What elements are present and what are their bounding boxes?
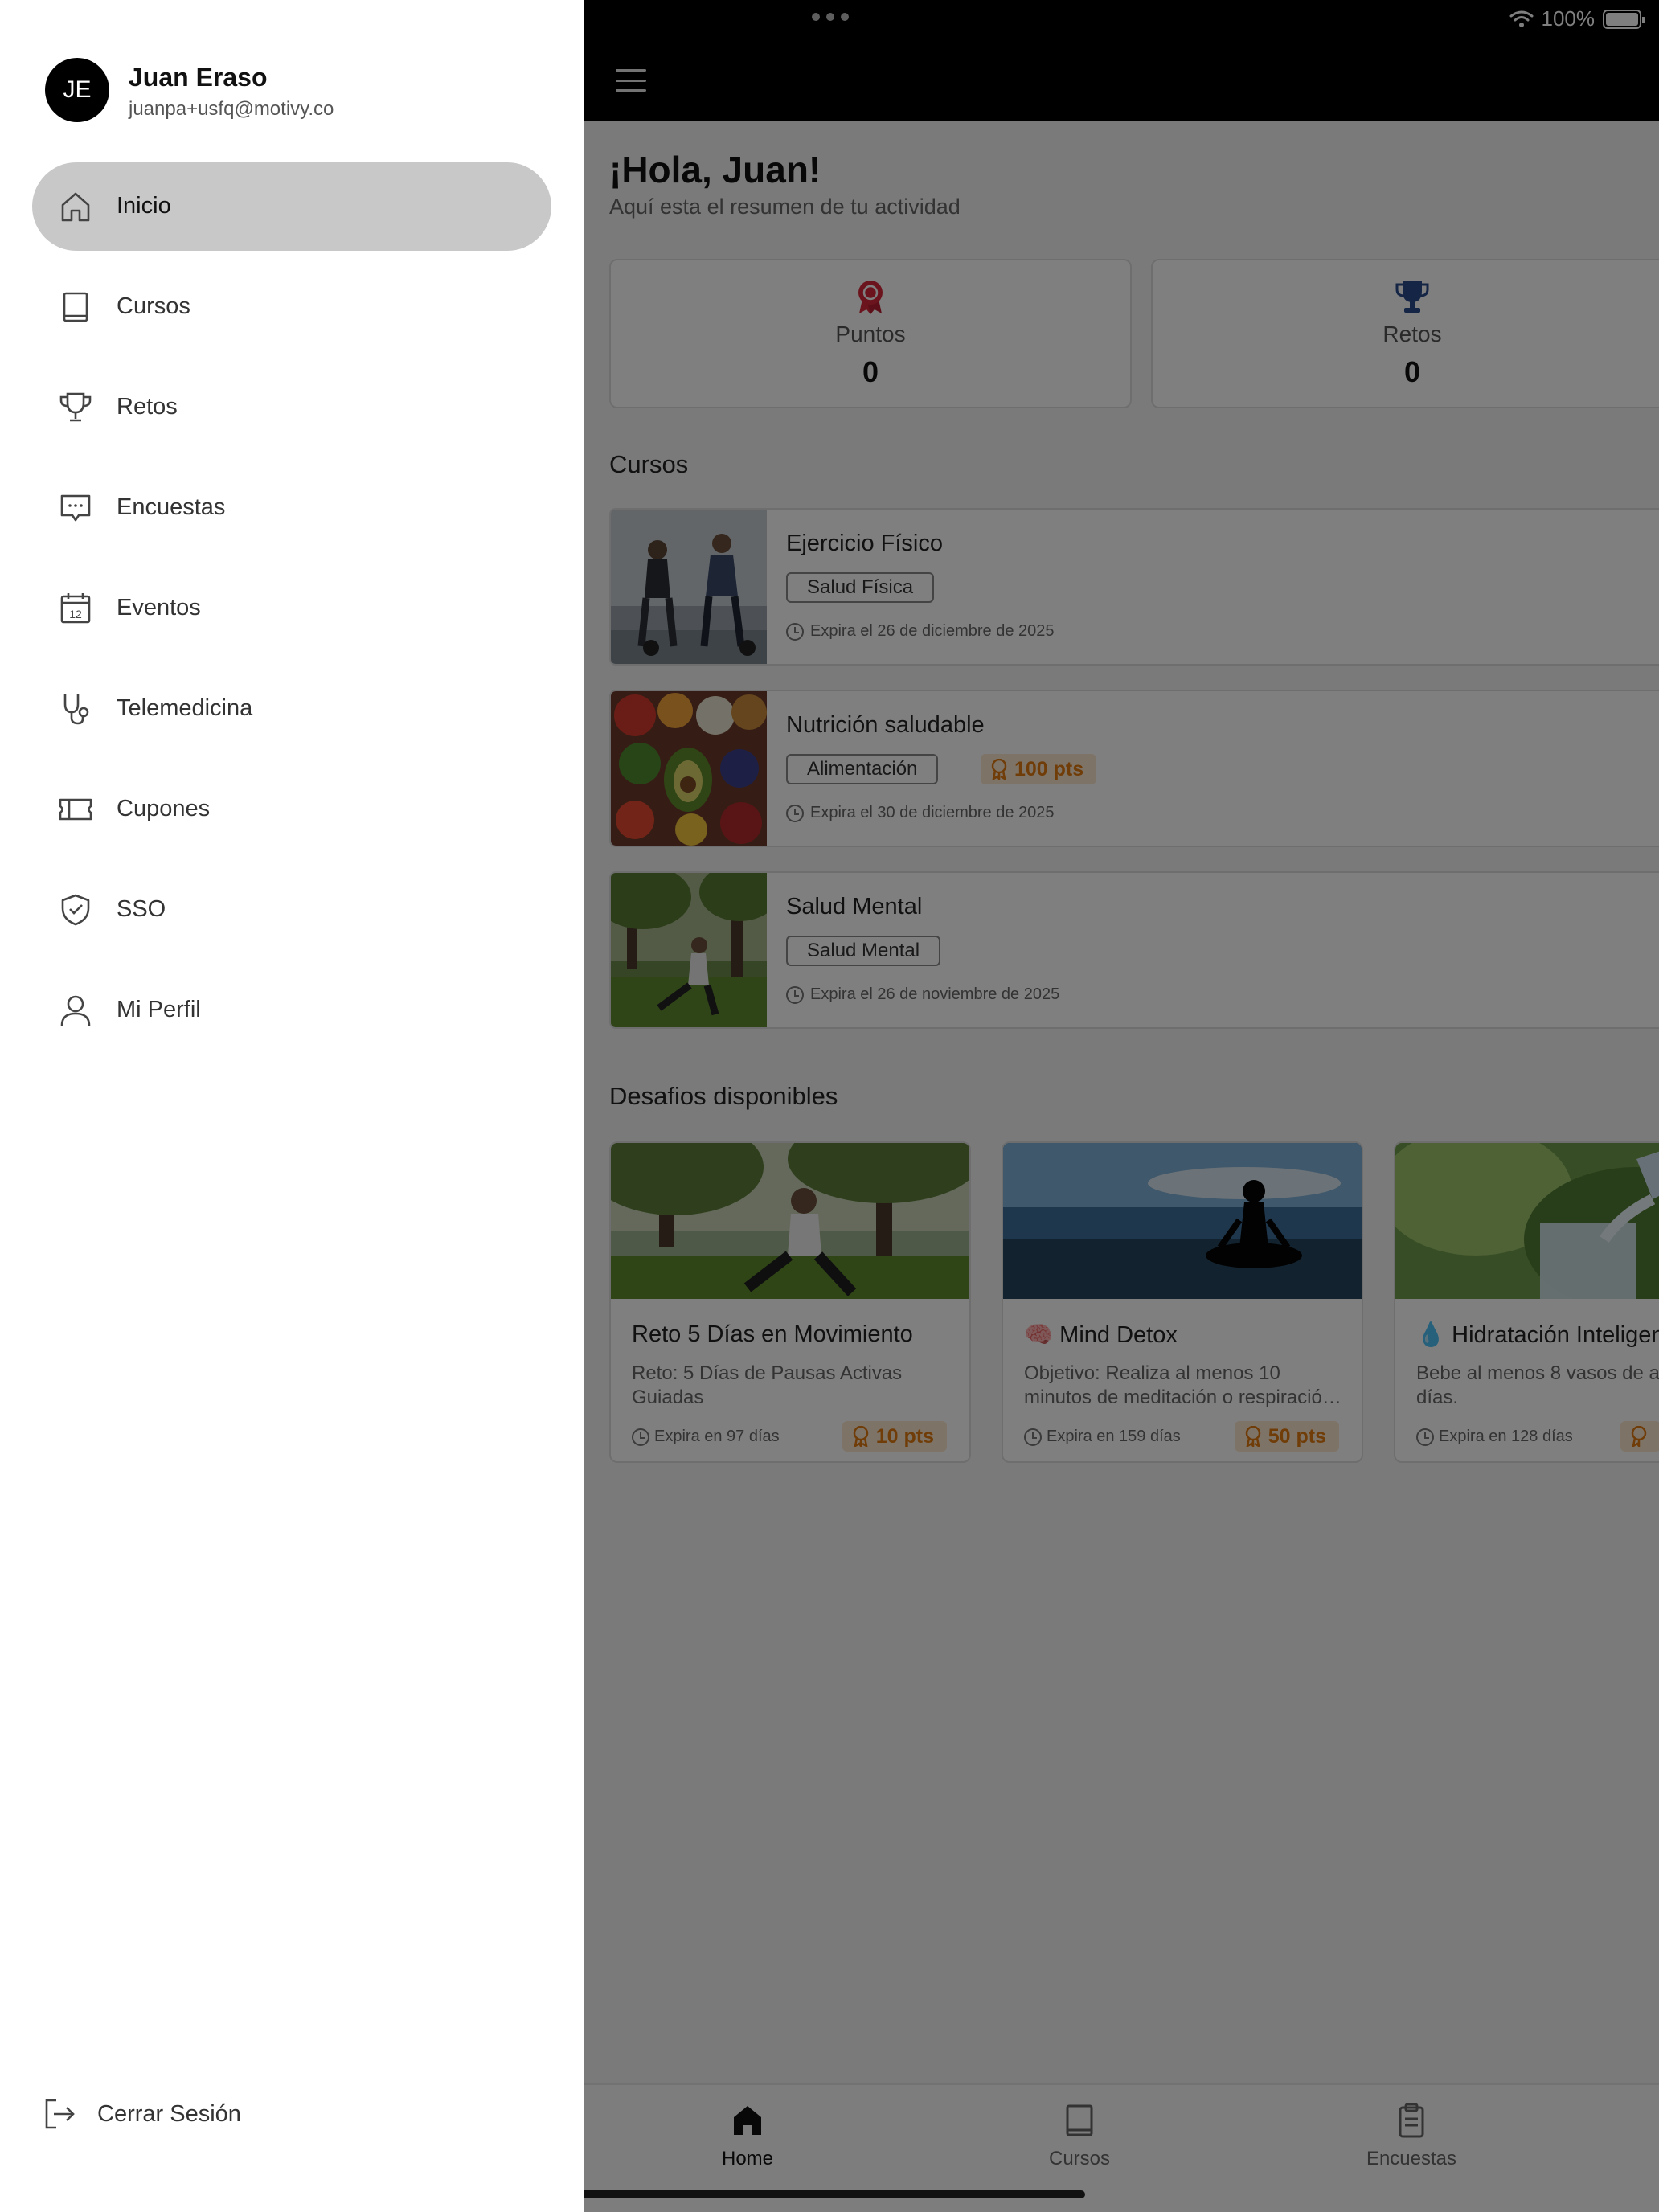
chat-icon	[60, 494, 91, 522]
ticket-icon	[59, 798, 92, 821]
navigation-drawer: JE Juan Eraso juanpa+usfq@motivy.co Inic…	[0, 0, 584, 2212]
menu-item-cursos[interactable]: Cursos	[32, 263, 551, 351]
user-email: juanpa+usfq@motivy.co	[129, 98, 334, 120]
menu-item-telemedicina[interactable]: Telemedicina	[32, 665, 551, 753]
menu-item-sso[interactable]: SSO	[32, 866, 551, 954]
home-indicator[interactable]	[574, 2190, 1085, 2198]
menu-item-retos[interactable]: Retos	[32, 363, 551, 452]
user-name: Juan Eraso	[129, 63, 268, 92]
menu-item-eventos[interactable]: 12 Eventos	[32, 564, 551, 653]
stethoscope-icon	[63, 694, 89, 725]
avatar[interactable]: JE	[45, 58, 109, 122]
home-icon	[61, 192, 90, 222]
book-icon	[63, 292, 88, 322]
menu-item-inicio[interactable]: Inicio	[32, 162, 551, 251]
logout-icon	[45, 2099, 75, 2129]
logout-button[interactable]: Cerrar Sesión	[32, 2082, 354, 2146]
shield-check-icon	[61, 894, 90, 926]
menu-item-encuestas[interactable]: Encuestas	[32, 464, 551, 552]
drawer-scrim[interactable]	[584, 0, 1659, 2212]
menu-item-cupones[interactable]: Cupones	[32, 765, 551, 854]
user-icon	[60, 995, 91, 1026]
trophy-icon	[59, 392, 92, 422]
calendar-icon: 12	[60, 593, 91, 624]
svg-text:12: 12	[69, 608, 82, 621]
menu-item-mi-perfil[interactable]: Mi Perfil	[32, 966, 551, 1055]
